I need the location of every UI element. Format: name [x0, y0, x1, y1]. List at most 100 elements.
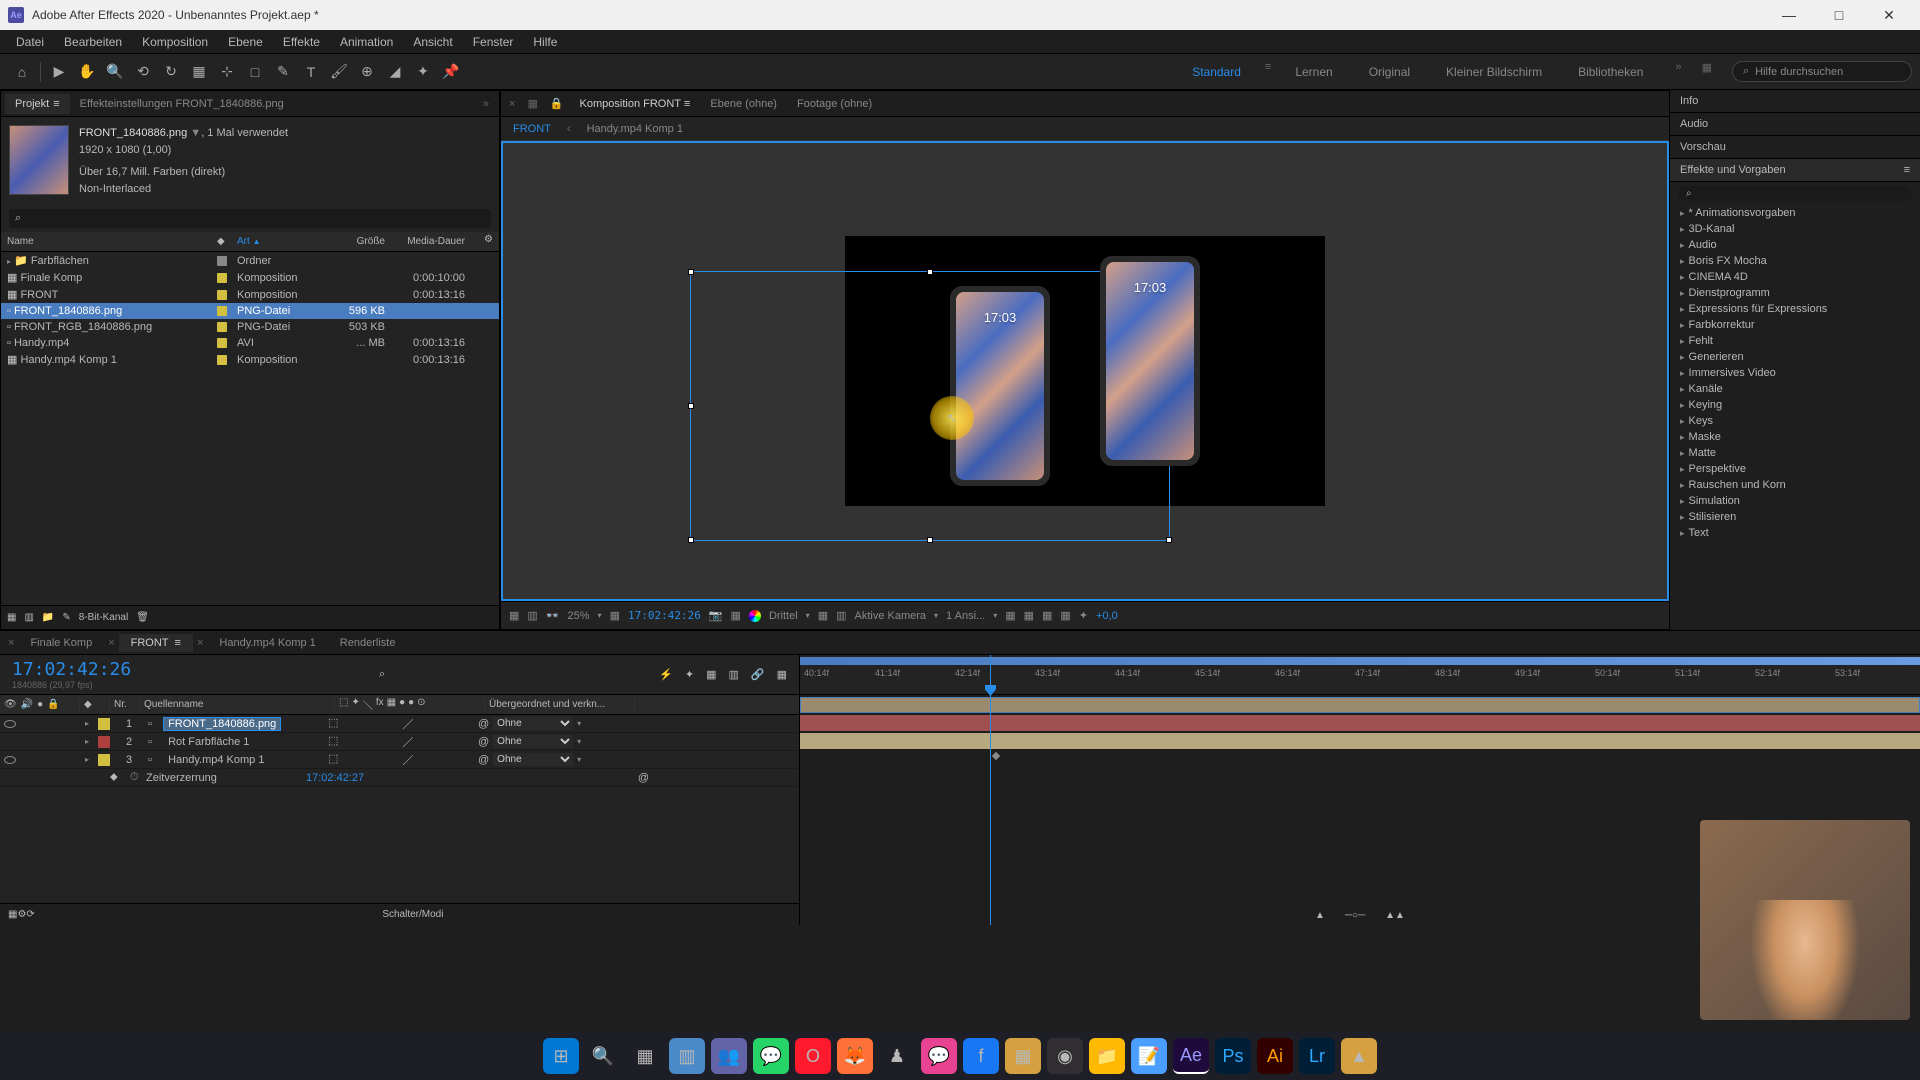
project-row[interactable]: ▸ 📁 Farbflächen Ordner: [1, 252, 499, 269]
col-tag[interactable]: ◆: [211, 234, 231, 249]
footer-icon[interactable]: ⚙: [17, 909, 26, 920]
camera-tool[interactable]: ▦: [187, 60, 211, 84]
playhead[interactable]: [990, 655, 991, 925]
keyframe-marker[interactable]: [992, 752, 1000, 760]
col-size[interactable]: Größe: [331, 234, 391, 249]
effect-category[interactable]: Rauschen und Korn: [1670, 477, 1920, 493]
effect-category[interactable]: Dienstprogramm: [1670, 285, 1920, 301]
footer-icon[interactable]: 📁: [42, 612, 54, 623]
project-search[interactable]: ⌕: [9, 209, 491, 228]
zoom-dropdown[interactable]: 25%: [568, 610, 590, 622]
exposure[interactable]: +0,0: [1096, 610, 1118, 622]
taskbar-opera[interactable]: O: [795, 1038, 831, 1074]
zoom-out-icon[interactable]: ▲: [1315, 910, 1325, 921]
panel-audio[interactable]: Audio: [1670, 113, 1920, 136]
timeline-layer-row[interactable]: ▸ 1 ▫ FRONT_1840886.png ⬚／ @Ohne▾: [0, 715, 799, 733]
viewer-btn[interactable]: ✦: [1079, 609, 1088, 622]
viewer-btn[interactable]: ▦: [1042, 609, 1052, 622]
subtab-handy[interactable]: Handy.mp4 Komp 1: [587, 123, 683, 135]
footer-icon[interactable]: ▦: [8, 909, 17, 920]
brush-tool[interactable]: 🖌: [327, 60, 351, 84]
footer-schalter[interactable]: Schalter/Modi: [35, 909, 791, 920]
tab-projekt[interactable]: Projekt ≡: [5, 94, 70, 114]
effect-category[interactable]: * Animationsvorgaben: [1670, 205, 1920, 221]
orbit-tool[interactable]: ⟲: [131, 60, 155, 84]
menu-fenster[interactable]: Fenster: [463, 32, 524, 52]
color-mgmt-icon[interactable]: [749, 610, 761, 622]
menu-komposition[interactable]: Komposition: [132, 32, 218, 52]
lock-icon[interactable]: 🔒: [546, 97, 568, 110]
prop-zeitverzerrung[interactable]: Zeitverzerrung: [146, 772, 306, 784]
close-button[interactable]: ✕: [1874, 5, 1904, 25]
timeline-tab-handy[interactable]: Handy.mp4 Komp 1: [207, 634, 327, 652]
col-name[interactable]: Name: [1, 234, 211, 249]
timeline-tab-finale[interactable]: Finale Komp: [18, 634, 104, 652]
workspace-lernen[interactable]: Lernen: [1283, 61, 1344, 83]
taskbar-firefox[interactable]: 🦊: [837, 1038, 873, 1074]
footer-icon[interactable]: ▥: [24, 612, 33, 623]
footer-bpc[interactable]: 8-Bit-Kanal: [79, 612, 128, 623]
effect-category[interactable]: 3D-Kanal: [1670, 221, 1920, 237]
viewer-btn[interactable]: ▦: [1024, 609, 1034, 622]
taskbar-search[interactable]: 🔍: [585, 1038, 621, 1074]
footer-icon[interactable]: ▦: [7, 612, 16, 623]
taskbar-app[interactable]: ▥: [669, 1038, 705, 1074]
prop-value[interactable]: 17:02:42:27: [306, 772, 364, 784]
effect-category[interactable]: Fehlt: [1670, 333, 1920, 349]
menu-hilfe[interactable]: Hilfe: [523, 32, 567, 52]
col-quellenname[interactable]: Quellenname: [140, 699, 335, 710]
eraser-tool[interactable]: ◢: [383, 60, 407, 84]
minimize-button[interactable]: —: [1774, 5, 1804, 25]
taskbar-facebook[interactable]: f: [963, 1038, 999, 1074]
effect-category[interactable]: Simulation: [1670, 493, 1920, 509]
resolution-dropdown[interactable]: Drittel: [769, 610, 798, 622]
viewer-btn[interactable]: ▥: [527, 609, 537, 622]
puppet-tool[interactable]: 📌: [439, 60, 463, 84]
tab-effekteinstellungen[interactable]: Effekteinstellungen FRONT_1840886.png: [70, 94, 294, 114]
taskbar-app[interactable]: ▦: [1005, 1038, 1041, 1074]
panel-info[interactable]: Info: [1670, 90, 1920, 113]
viewer-btn[interactable]: ▦: [610, 609, 620, 622]
rotate-tool[interactable]: ↻: [159, 60, 183, 84]
workspace-original[interactable]: Original: [1357, 61, 1422, 83]
effect-category[interactable]: Stilisieren: [1670, 509, 1920, 525]
project-row[interactable]: ▦ FRONT Komposition 0:00:13:16: [1, 286, 499, 303]
project-row[interactable]: ▦ Finale Komp Komposition 0:00:10:00: [1, 269, 499, 286]
menu-effekte[interactable]: Effekte: [273, 32, 330, 52]
menu-ansicht[interactable]: Ansicht: [403, 32, 462, 52]
timeline-tab-front[interactable]: FRONT ≡: [119, 634, 193, 652]
track-bar-1[interactable]: [800, 697, 1920, 713]
taskbar-notepad[interactable]: 📝: [1131, 1038, 1167, 1074]
track-bar-3[interactable]: [800, 733, 1920, 749]
taskbar-windows[interactable]: ⊞: [543, 1038, 579, 1074]
timeline-tab-render[interactable]: Renderliste: [328, 634, 408, 652]
viewer-btn[interactable]: ▦: [1060, 609, 1070, 622]
effect-category[interactable]: Boris FX Mocha: [1670, 253, 1920, 269]
timeline-layer-row[interactable]: ▸ 3 ▫ Handy.mp4 Komp 1 ⬚／ @Ohne▾: [0, 751, 799, 769]
tab-ebene[interactable]: Ebene (ohne): [702, 94, 785, 114]
timeline-timecode[interactable]: 17:02:42:26: [12, 659, 131, 680]
maximize-button[interactable]: □: [1824, 5, 1854, 25]
taskbar-app[interactable]: ♟: [879, 1038, 915, 1074]
tab-footage[interactable]: Footage (ohne): [789, 94, 880, 114]
panel-vorschau[interactable]: Vorschau: [1670, 136, 1920, 159]
taskbar-lightroom[interactable]: Lr: [1299, 1038, 1335, 1074]
viewer-btn[interactable]: ▦: [731, 609, 741, 622]
subtab-front[interactable]: FRONT: [513, 123, 551, 135]
timeline-tool-icon[interactable]: 🔗: [751, 668, 765, 681]
pickwhip-icon[interactable]: @: [638, 772, 649, 784]
workspace-bibliotheken[interactable]: Bibliotheken: [1566, 61, 1655, 83]
camera-dropdown[interactable]: Aktive Kamera: [855, 610, 927, 622]
effect-category[interactable]: CINEMA 4D: [1670, 269, 1920, 285]
taskbar-aftereffects[interactable]: Ae: [1173, 1038, 1209, 1074]
effect-category[interactable]: Generieren: [1670, 349, 1920, 365]
effect-category[interactable]: Immersives Video: [1670, 365, 1920, 381]
menu-ebene[interactable]: Ebene: [218, 32, 273, 52]
panel-menu-icon[interactable]: ≡: [1904, 164, 1910, 176]
viewer-btn[interactable]: ▦: [1005, 609, 1015, 622]
project-row[interactable]: ▫ FRONT_1840886.png PNG-Datei 596 KB: [1, 303, 499, 319]
timeline-tool-icon[interactable]: ▦: [777, 668, 787, 681]
effect-category[interactable]: Kanäle: [1670, 381, 1920, 397]
roto-tool[interactable]: ✦: [411, 60, 435, 84]
effect-category[interactable]: Perspektive: [1670, 461, 1920, 477]
